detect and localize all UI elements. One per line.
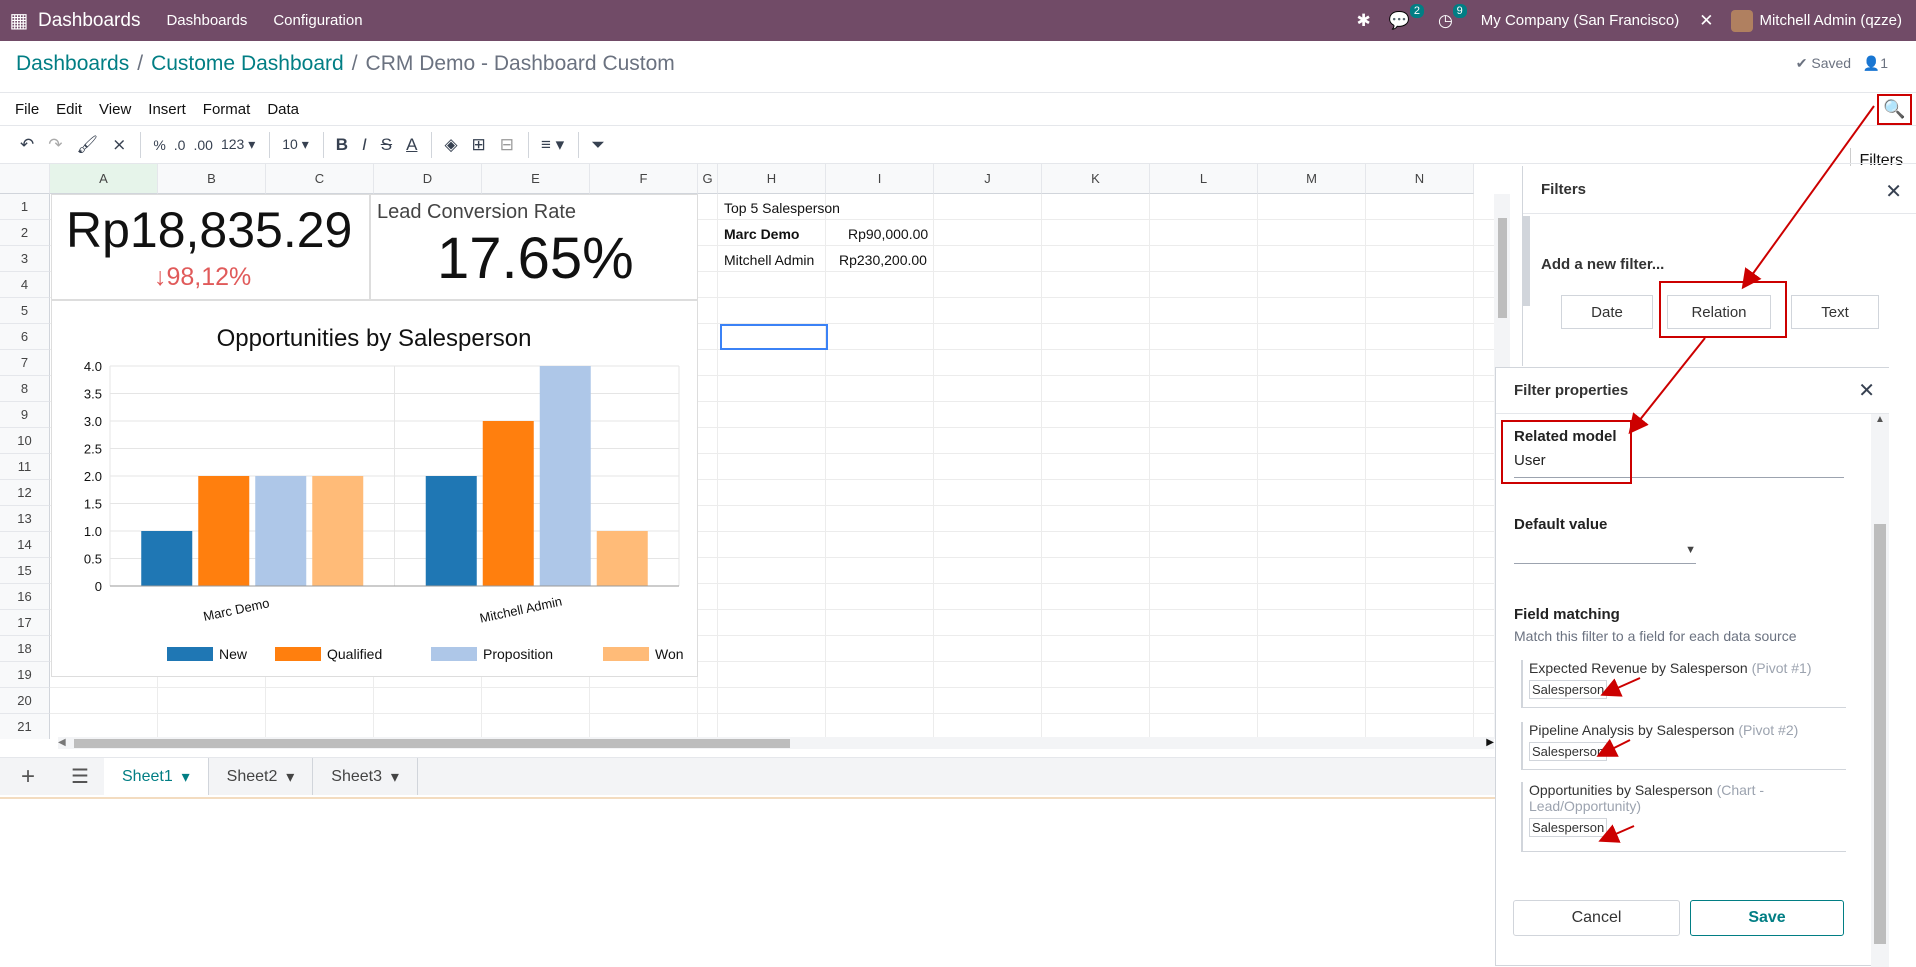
arrow-to-field-1 (1600, 677, 1641, 697)
annotation-arrows (1596, 105, 1875, 843)
arrow-to-related-model (1628, 337, 1706, 435)
arrow-to-field-2 (1596, 738, 1631, 757)
arrow-to-relation (1741, 105, 1875, 290)
arrow-to-field-3 (1598, 824, 1635, 843)
